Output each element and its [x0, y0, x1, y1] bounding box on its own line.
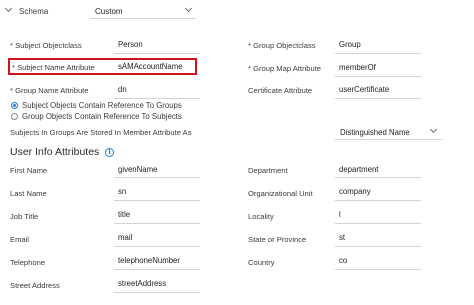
street-address-label: Street Address — [10, 281, 60, 290]
group-objectclass-underline — [335, 53, 421, 54]
chevron-down-icon — [429, 125, 438, 134]
department-value[interactable]: department — [339, 165, 378, 174]
group-objectclass-label: * Group Objectclass — [248, 41, 316, 50]
group-map-attribute-value[interactable]: memberOf — [339, 63, 376, 72]
group-name-attribute-label: * Group Name Attribute — [10, 86, 89, 95]
group-map-attribute-underline — [335, 76, 421, 77]
certificate-attribute-value[interactable]: userCertificate — [339, 85, 389, 94]
radio-subject-contains-groups[interactable] — [11, 102, 18, 109]
organizational-unit-underline — [335, 200, 421, 201]
last-name-underline — [114, 200, 200, 201]
telephone-underline — [114, 269, 200, 270]
email-underline — [114, 246, 200, 247]
last-name-label: Last Name — [10, 189, 47, 198]
job-title-label: Job Title — [10, 212, 39, 221]
schema-select[interactable]: Custom — [90, 3, 196, 19]
radio-group-contains-subjects-label: Group Objects Contain Reference To Subje… — [22, 112, 182, 121]
subject-name-attribute-value[interactable]: sAMAccountName — [118, 62, 183, 71]
street-address-underline — [114, 292, 200, 293]
info-icon[interactable]: i — [105, 148, 114, 157]
email-label: Email — [10, 235, 29, 244]
group-name-attribute-underline — [114, 98, 200, 99]
state-or-province-underline — [335, 246, 421, 247]
schema-label: Schema — [19, 7, 49, 16]
certificate-attribute-label: Certificate Attribute — [248, 86, 313, 95]
radio-subject-contains-groups-label: Subject Objects Contain Reference To Gro… — [22, 101, 182, 110]
first-name-label: First Name — [10, 166, 48, 175]
department-label: Department — [248, 166, 288, 175]
first-name-value[interactable]: givenName — [118, 165, 157, 174]
user-info-title: User Info Attributes — [10, 146, 100, 158]
country-underline — [335, 269, 421, 270]
first-name-underline — [114, 177, 200, 178]
telephone-value[interactable]: telephoneNumber — [118, 256, 180, 265]
group-objectclass-value[interactable]: Group — [339, 40, 361, 49]
schema-select-value: Custom — [95, 7, 123, 16]
street-address-value[interactable]: streetAddress — [118, 279, 166, 288]
group-map-attribute-label: * Group Map Attribute — [248, 64, 322, 73]
member-attribute-label: Subjects In Groups Are Stored In Member … — [10, 128, 192, 137]
department-underline — [335, 177, 421, 178]
country-label: Country — [248, 258, 275, 267]
group-name-attribute-value[interactable]: dn — [118, 85, 127, 94]
locality-label: Locality — [248, 212, 274, 221]
certificate-attribute-underline — [335, 98, 421, 99]
country-value[interactable]: co — [339, 256, 347, 265]
locality-underline — [335, 223, 421, 224]
state-or-province-value[interactable]: st — [339, 233, 345, 242]
radio-group-contains-subjects[interactable] — [11, 113, 18, 120]
organizational-unit-value[interactable]: company — [339, 187, 371, 196]
chevron-down-icon — [184, 4, 193, 13]
subject-name-attribute-label: * Subject Name Attribute — [12, 63, 95, 72]
schema-collapse-chevron-icon[interactable] — [4, 4, 13, 13]
telephone-label: Telephone — [10, 258, 46, 267]
subject-objectclass-underline — [114, 53, 200, 54]
subject-objectclass-value[interactable]: Person — [118, 40, 143, 49]
subject-objectclass-label: * Subject Objectclass — [10, 41, 82, 50]
locality-value[interactable]: l — [339, 210, 341, 219]
email-value[interactable]: mail — [118, 233, 132, 242]
member-attribute-select[interactable]: Distinguished Name — [335, 124, 442, 140]
job-title-underline — [114, 223, 200, 224]
job-title-value[interactable]: title — [118, 210, 130, 219]
last-name-value[interactable]: sn — [118, 187, 126, 196]
member-attribute-value: Distinguished Name — [340, 128, 410, 137]
state-or-province-label: State or Province — [248, 235, 307, 244]
organizational-unit-label: Organizational Unit — [248, 189, 313, 198]
